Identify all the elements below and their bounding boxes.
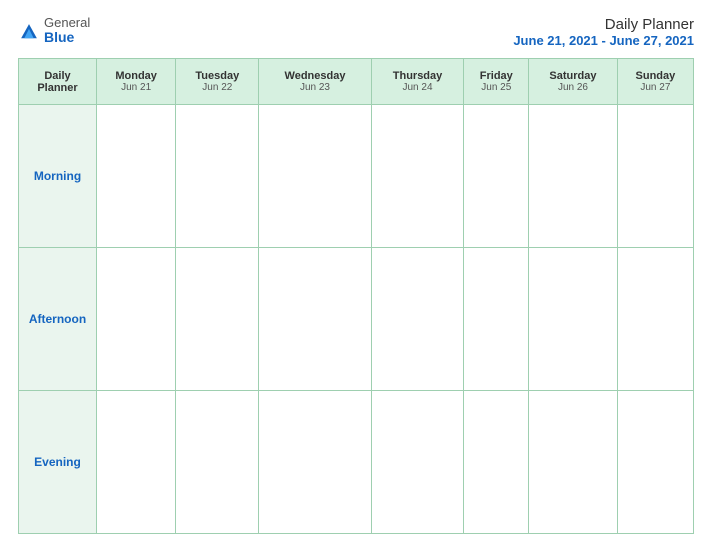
cell-morning-saturday[interactable] — [529, 105, 618, 248]
row-label-evening: Evening — [19, 391, 97, 534]
calendar-table: Daily Planner Monday Jun 21 Tuesday Jun … — [18, 58, 694, 534]
cell-afternoon-thursday[interactable] — [371, 248, 464, 391]
row-morning: Morning — [19, 105, 694, 248]
cell-evening-wednesday[interactable] — [259, 391, 371, 534]
planner-date-range: June 21, 2021 - June 27, 2021 — [513, 33, 694, 48]
page: General Blue Daily Planner June 21, 2021… — [0, 0, 712, 550]
cell-morning-thursday[interactable] — [371, 105, 464, 248]
cell-evening-friday[interactable] — [464, 391, 529, 534]
cell-afternoon-wednesday[interactable] — [259, 248, 371, 391]
row-evening: Evening — [19, 391, 694, 534]
col-header-friday: Friday Jun 25 — [464, 59, 529, 105]
col-header-label: Daily Planner — [19, 59, 97, 105]
logo-blue: Blue — [44, 30, 90, 45]
cell-afternoon-monday[interactable] — [97, 248, 176, 391]
cell-evening-sunday[interactable] — [617, 391, 693, 534]
cell-afternoon-tuesday[interactable] — [176, 248, 259, 391]
cell-morning-monday[interactable] — [97, 105, 176, 248]
cell-afternoon-friday[interactable] — [464, 248, 529, 391]
cell-morning-wednesday[interactable] — [259, 105, 371, 248]
col-header-wednesday: Wednesday Jun 23 — [259, 59, 371, 105]
cell-evening-thursday[interactable] — [371, 391, 464, 534]
row-afternoon: Afternoon — [19, 248, 694, 391]
cell-morning-tuesday[interactable] — [176, 105, 259, 248]
title-area: Daily Planner June 21, 2021 - June 27, 2… — [513, 16, 694, 48]
planner-title: Daily Planner — [513, 16, 694, 33]
cell-afternoon-saturday[interactable] — [529, 248, 618, 391]
row-label-morning: Morning — [19, 105, 97, 248]
col-header-tuesday: Tuesday Jun 22 — [176, 59, 259, 105]
col-header-thursday: Thursday Jun 24 — [371, 59, 464, 105]
generalblue-logo-icon — [18, 21, 40, 43]
header-row: Daily Planner Monday Jun 21 Tuesday Jun … — [19, 59, 694, 105]
row-label-afternoon: Afternoon — [19, 248, 97, 391]
cell-afternoon-sunday[interactable] — [617, 248, 693, 391]
col-header-sunday: Sunday Jun 27 — [617, 59, 693, 105]
cell-evening-saturday[interactable] — [529, 391, 618, 534]
col-header-monday: Monday Jun 21 — [97, 59, 176, 105]
logo-area: General Blue — [18, 16, 90, 46]
cell-evening-monday[interactable] — [97, 391, 176, 534]
col-header-saturday: Saturday Jun 26 — [529, 59, 618, 105]
cell-morning-sunday[interactable] — [617, 105, 693, 248]
logo-text: General Blue — [44, 16, 90, 46]
logo-general: General — [44, 16, 90, 30]
cell-evening-tuesday[interactable] — [176, 391, 259, 534]
cell-morning-friday[interactable] — [464, 105, 529, 248]
header: General Blue Daily Planner June 21, 2021… — [18, 16, 694, 48]
